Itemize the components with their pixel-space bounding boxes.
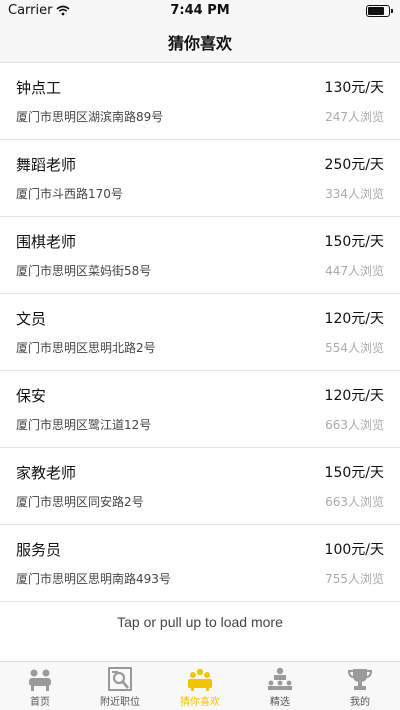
job-views: 247人浏览 [325,110,384,124]
home-people-icon [29,669,51,691]
job-salary: 100元/天 [324,542,384,558]
tab-guess-like[interactable]: 猜你喜欢 [160,662,240,710]
tab-label: 首页 [30,697,50,708]
battery-icon [366,5,393,17]
job-title: 围棋老师 [16,233,77,251]
tab-nearby-jobs[interactable]: 附近职位 [80,662,160,710]
job-salary: 130元/天 [324,80,384,96]
job-views: 447人浏览 [325,264,384,278]
job-list-item[interactable]: 文员 120元/天厦门市思明区思明北路2号 554人浏览 [0,294,400,371]
job-title: 钟点工 [16,79,62,97]
job-address: 厦门市斗西路170号 [16,187,123,201]
tab-profile-trophy[interactable]: 我的 [320,662,400,710]
nearby-jobs-icon [108,667,132,691]
job-salary: 120元/天 [324,311,384,327]
job-title: 家教老师 [16,464,77,482]
status-bar: Carrier 7:44 PM [0,0,400,22]
job-views: 663人浏览 [325,495,384,509]
job-views: 554人浏览 [325,341,384,355]
job-list: 钟点工 130元/天 厦门市思明区湖滨南路89号 247人浏览 舞蹈老师 250元/天 厦门… [0,63,400,602]
job-list-item[interactable]: 保安 120元/天厦门市思明区鹭江道12号 663人浏览 [0,371,400,448]
job-title: 舞蹈老师 [16,156,77,174]
tab-featured[interactable]: 精选 [240,662,320,710]
job-list-item[interactable]: 围棋老师 150元/天厦门市思明区菜妈街58号 447人浏览 [0,217,400,294]
page-title: 猜你喜欢 [167,34,232,53]
job-address: 厦门市思明区鹭江道12号 [16,418,152,432]
job-address: 厦门市思明区思明北路2号 [16,341,156,355]
job-list-item[interactable]: 钟点工 130元/天厦门市思明区湖滨南路89号 247人浏览 [0,63,400,140]
job-views: 755人浏览 [325,572,384,586]
job-title: 服务员 [16,541,62,559]
job-title: 保安 [16,387,47,405]
tab-home-people[interactable]: 首页 [0,662,80,710]
job-address: 厦门市思明区思明南路493号 [16,572,171,586]
job-address: 厦门市思明区同安路2号 [16,495,144,509]
tab-bar: 首页 附近职位 猜你喜欢 精选 我的 [0,661,400,710]
tab-label: 精选 [270,697,290,708]
job-salary: 250元/天 [324,157,384,173]
job-address: 厦门市思明区菜妈街58号 [16,264,152,278]
job-views: 334人浏览 [325,187,384,201]
job-list-item[interactable]: 家教老师 150元/天厦门市思明区同安路2号 663人浏览 [0,448,400,525]
tab-label: 我的 [350,697,370,708]
job-salary: 150元/天 [324,234,384,250]
guess-like-icon [188,668,212,691]
job-list-item[interactable]: 服务员 100元/天厦门市思明区思明南路493号 755人浏览 [0,525,400,602]
job-title: 文员 [16,310,47,328]
tab-label: 猜你喜欢 [180,697,220,708]
job-address: 厦门市思明区湖滨南路89号 [16,110,164,124]
job-salary: 150元/天 [324,465,384,481]
nav-bar: 猜你喜欢 [0,22,400,63]
status-time: 7:44 PM [170,3,230,18]
tab-label: 附近职位 [100,697,140,708]
job-views: 663人浏览 [325,418,384,432]
profile-trophy-icon [347,669,373,690]
featured-icon [268,667,292,690]
load-more-button[interactable]: Tap or pull up to load more [0,602,400,642]
battery-fill [368,7,385,15]
job-list-item[interactable]: 舞蹈老师 250元/天厦门市斗西路170号 334人浏览 [0,140,400,217]
job-salary: 120元/天 [324,388,384,404]
